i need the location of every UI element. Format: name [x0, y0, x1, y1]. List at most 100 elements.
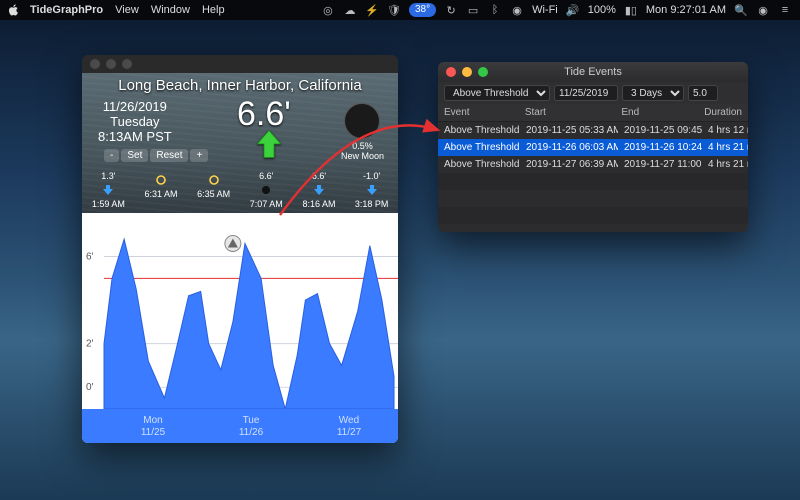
moon-label: New Moon	[341, 151, 384, 161]
cell-du: 4 hrs 21 min	[702, 142, 748, 153]
events-titlebar[interactable]: Tide Events	[438, 62, 748, 82]
volume-label: 100%	[588, 4, 616, 16]
next-button[interactable]: +	[190, 149, 208, 162]
cell-st: 2019-11-27 06:39 AM	[520, 159, 618, 170]
moon-widget: 0.5% New Moon	[341, 103, 384, 161]
wifi-icon[interactable]: ◉	[510, 3, 524, 17]
table-row[interactable]: Above Threshold2019-11-25 05:33 AM2019-1…	[438, 122, 748, 139]
display-icon[interactable]: ▭	[466, 3, 480, 17]
events-rows: Above Threshold2019-11-25 05:33 AM2019-1…	[438, 122, 748, 232]
svg-text:Wed: Wed	[339, 415, 359, 426]
tide-time: 6:31 AM	[138, 189, 184, 199]
main-titlebar[interactable]	[82, 55, 398, 73]
tide-time: 1:59 AM	[85, 199, 131, 209]
sunrise-icon	[154, 173, 168, 187]
down-icon	[312, 183, 326, 197]
cell-en: 2019-11-27 11:00 AM	[618, 159, 702, 170]
threshold-input[interactable]	[688, 85, 718, 101]
tide-main-window: Long Beach, Inner Harbor, California 11/…	[82, 55, 398, 443]
shield-icon[interactable]: 🛡	[387, 3, 401, 17]
table-row[interactable]: Above Threshold2019-11-27 06:39 AM2019-1…	[438, 156, 748, 173]
tide-events-window: Tide Events Above Threshold 3 Days Event…	[438, 62, 748, 232]
set-button[interactable]: Set	[121, 149, 148, 162]
events-toolbar: Above Threshold 3 Days	[438, 82, 748, 104]
table-row[interactable]: Above Threshold2019-11-26 06:03 AM2019-1…	[438, 139, 748, 156]
svg-text:2': 2'	[86, 339, 94, 350]
reset-button[interactable]: Reset	[150, 149, 188, 162]
spotlight-icon[interactable]: 🔍	[734, 3, 748, 17]
notifications-icon[interactable]: ≡	[778, 3, 792, 17]
svg-text:Tue: Tue	[243, 415, 260, 426]
svg-text:Mon: Mon	[143, 415, 162, 426]
menu-view[interactable]: View	[115, 4, 139, 16]
close-icon[interactable]	[446, 67, 456, 77]
app-name[interactable]: TideGraphPro	[30, 4, 103, 16]
menubar: TideGraphPro View Window Help ◎ ☁ ⚡ 🛡 38…	[0, 0, 800, 20]
cell-ev: Above Threshold	[438, 125, 520, 136]
events-title: Tide Events	[564, 66, 622, 78]
svg-text:11/27: 11/27	[337, 427, 362, 438]
tide-header: Long Beach, Inner Harbor, California 11/…	[82, 73, 398, 213]
tide-rising-icon	[252, 127, 286, 161]
cell-du: 4 hrs 21 min	[702, 159, 748, 170]
table-row-empty	[438, 224, 748, 232]
minimize-icon[interactable]	[462, 67, 472, 77]
cell-en: 2019-11-25 09:45 AM	[618, 125, 702, 136]
zoom-icon[interactable]	[122, 59, 132, 69]
svg-text:11/26: 11/26	[239, 427, 264, 438]
sync-icon[interactable]: ↻	[444, 3, 458, 17]
table-row-empty	[438, 207, 748, 224]
date-input[interactable]	[554, 85, 618, 101]
prev-button[interactable]: -	[104, 149, 119, 162]
tide-height: 6.6'	[243, 171, 289, 181]
col-event[interactable]: Event	[438, 107, 519, 118]
tide-time: 8:16 AM	[296, 199, 342, 209]
cell-ev: Above Threshold	[438, 159, 520, 170]
tide-events-strip: 1.3'1:59 AM6:31 AM6:35 AM6.6'7:07 AM6.6'…	[82, 171, 398, 209]
weather-pill[interactable]: 38°	[409, 3, 436, 17]
bolt-icon[interactable]: ⚡	[365, 3, 379, 17]
close-icon[interactable]	[90, 59, 100, 69]
battery-icon[interactable]: ▮▯	[624, 3, 638, 17]
col-end[interactable]: End	[615, 107, 698, 118]
day-value: Tuesday	[98, 114, 172, 129]
table-row-empty	[438, 190, 748, 207]
table-row-empty	[438, 173, 748, 190]
time-value: 8:13AM PST	[98, 129, 172, 144]
wifi-label: Wi-Fi	[532, 4, 558, 16]
cell-st: 2019-11-26 06:03 AM	[520, 142, 618, 153]
bluetooth-icon[interactable]: ᛒ	[488, 3, 502, 17]
tide-height: 6.6'	[296, 171, 342, 181]
volume-icon[interactable]: 🔊	[566, 3, 580, 17]
zoom-icon[interactable]	[478, 67, 488, 77]
col-duration[interactable]: Duration	[698, 107, 748, 118]
clock[interactable]: Mon 9:27:01 AM	[646, 4, 726, 16]
menu-window[interactable]: Window	[151, 4, 190, 16]
cell-ev: Above Threshold	[438, 142, 520, 153]
cloud-icon[interactable]: ☁	[343, 3, 357, 17]
menu-help[interactable]: Help	[202, 4, 225, 16]
moonrise-icon	[207, 173, 221, 187]
dot-icon	[259, 183, 273, 197]
col-start[interactable]: Start	[519, 107, 616, 118]
date-block: 11/26/2019 Tuesday 8:13AM PST	[98, 99, 172, 144]
minimize-icon[interactable]	[106, 59, 116, 69]
span-select[interactable]: 3 Days	[622, 85, 684, 101]
cell-st: 2019-11-25 05:33 AM	[520, 125, 618, 136]
tide-height: 1.3'	[85, 171, 131, 181]
siri-icon[interactable]: ◉	[756, 3, 770, 17]
cell-du: 4 hrs 12 min	[702, 125, 748, 136]
svg-text:11/25: 11/25	[141, 427, 166, 438]
tide-time: 7:07 AM	[243, 199, 289, 209]
apple-menu-icon[interactable]	[8, 4, 20, 16]
filter-select[interactable]: Above Threshold	[444, 85, 550, 101]
tide-chart[interactable]: 0'2'6'Mon11/25Tue11/26Wed11/27	[82, 213, 398, 443]
location-title: Long Beach, Inner Harbor, California	[82, 77, 398, 94]
svg-text:0': 0'	[86, 382, 94, 393]
date-value: 11/26/2019	[98, 99, 172, 114]
down-icon	[365, 183, 379, 197]
moon-disc-icon	[344, 103, 380, 139]
tide-height: -1.0'	[349, 171, 395, 181]
tide-chart-svg: 0'2'6'Mon11/25Tue11/26Wed11/27	[82, 213, 398, 443]
location-icon[interactable]: ◎	[321, 3, 335, 17]
